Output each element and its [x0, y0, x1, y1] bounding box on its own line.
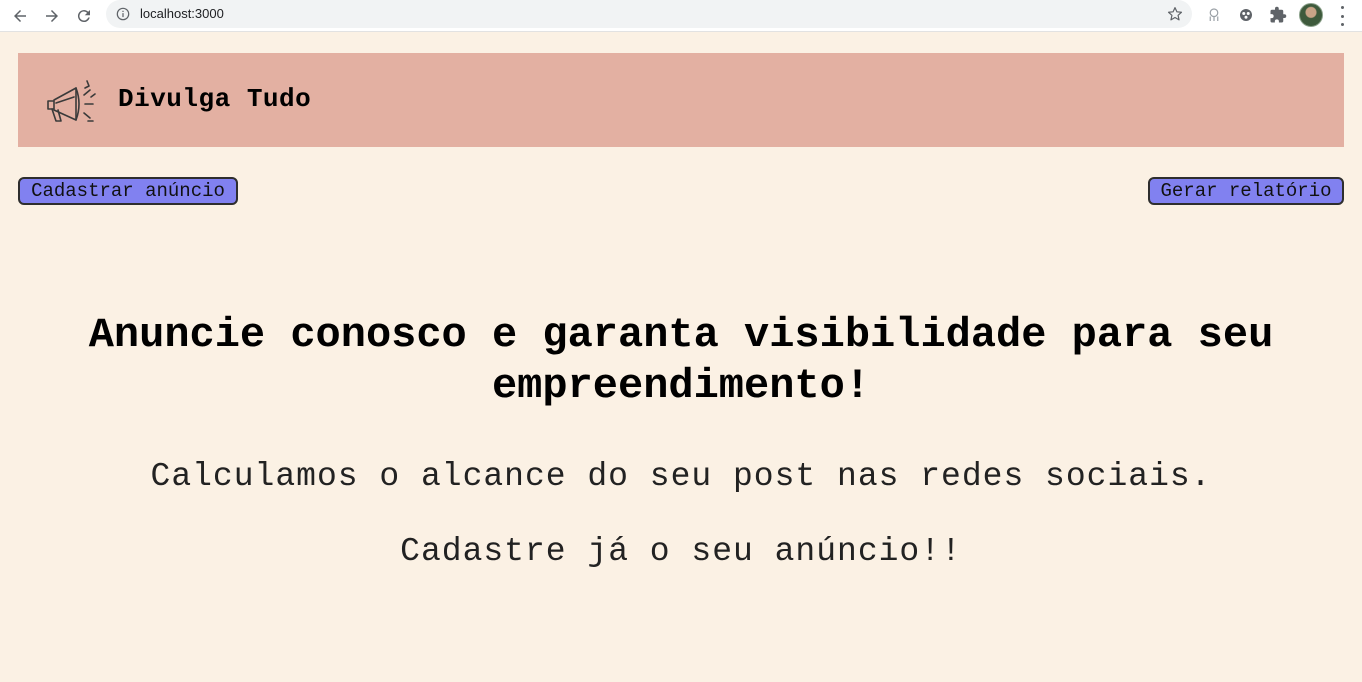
megaphone-icon [47, 80, 96, 122]
info-icon[interactable] [116, 7, 130, 21]
profile-avatar[interactable] [1299, 3, 1323, 27]
register-ad-button[interactable]: Cadastrar anúncio [18, 177, 238, 205]
puzzle-icon [1270, 6, 1287, 23]
extension-icon [1240, 9, 1252, 21]
back-arrow-icon [14, 10, 26, 22]
menu-dots-icon[interactable] [1336, 6, 1348, 26]
hero-title: Anuncie conosco e garanta visibilidade p… [88, 311, 1274, 410]
address-bar[interactable]: localhost:3000 [106, 0, 1192, 28]
site-header: Divulga Tudo [18, 53, 1344, 147]
back-button[interactable] [8, 4, 32, 28]
extension-button-2[interactable] [1235, 4, 1257, 26]
generate-report-button[interactable]: Gerar relatório [1148, 177, 1344, 205]
forward-button[interactable] [40, 4, 64, 28]
extension-button-1[interactable] [1203, 4, 1225, 26]
hero-subtitle-reach: Calculamos o alcance do seu post nas red… [150, 458, 1212, 495]
bookmark-star-icon[interactable] [1166, 5, 1184, 23]
extension-icon [1209, 8, 1219, 21]
url-text[interactable]: localhost:3000 [140, 6, 224, 22]
reload-icon [77, 10, 90, 23]
hero-subtitle-cta: Cadastre já o seu anúncio!! [400, 533, 962, 570]
reload-button[interactable] [72, 4, 96, 28]
brand-name: Divulga Tudo [118, 84, 312, 114]
forward-arrow-icon [46, 10, 58, 22]
browser-toolbar: localhost:3000 [0, 0, 1362, 32]
extensions-menu-button[interactable] [1267, 4, 1289, 26]
